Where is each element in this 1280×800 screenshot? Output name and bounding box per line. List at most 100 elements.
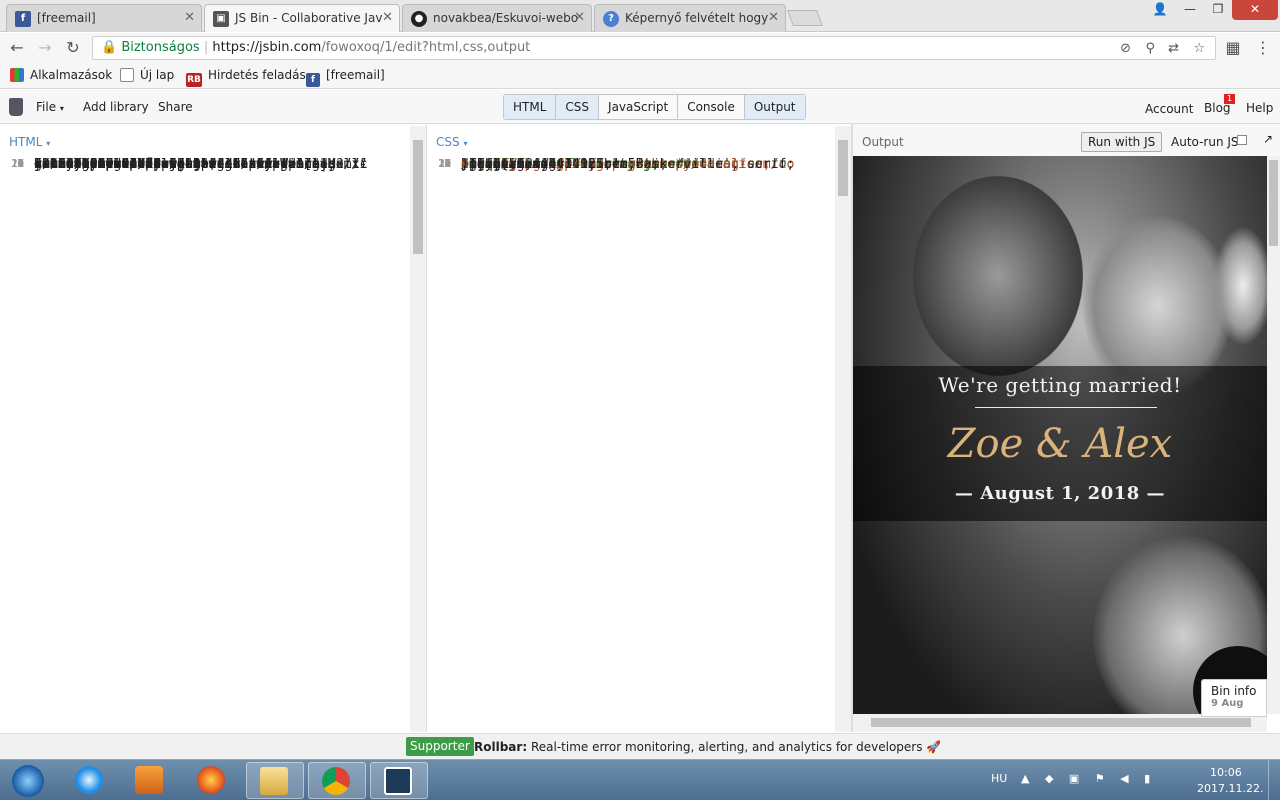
account-menu[interactable]: Account <box>1145 102 1193 116</box>
bookmark-label: Hirdetés feladás <box>208 68 306 82</box>
tab-help[interactable]: ? Képernyő felvételt hogy ✕ <box>594 4 786 32</box>
bin-info-label: Bin info <box>1211 684 1257 698</box>
translate-icon[interactable]: ⇄ <box>1168 38 1179 60</box>
navigation-bar: ← → ↻ 🔒 Biztonságos | https://jsbin.com/… <box>0 33 1280 63</box>
caret-down-icon: ▾ <box>59 104 64 113</box>
taskbar-brackets[interactable] <box>370 762 428 799</box>
caret-down-icon: ▾ <box>463 139 468 148</box>
taskbar-ie[interactable] <box>62 762 116 799</box>
internet-explorer-icon <box>75 766 103 794</box>
page-icon <box>120 68 134 82</box>
language-indicator[interactable]: HU <box>991 772 1007 785</box>
bin-info-button[interactable]: Bin info 9 Aug <box>1201 679 1267 717</box>
photo-shape <box>913 176 1083 376</box>
code-text: </div> <box>34 157 130 172</box>
output-scrollbar[interactable] <box>1267 156 1280 714</box>
rollbar-banner: Supporter Rollbar: Real-time error monit… <box>0 733 1280 759</box>
bookmark-new-tab[interactable]: Új lap <box>120 68 174 82</box>
file-menu[interactable]: File ▾ <box>36 100 64 114</box>
zoom-icon[interactable]: ⚲ <box>1145 38 1155 60</box>
scrollbar-thumb[interactable] <box>871 718 1251 727</box>
autorun-checkbox[interactable] <box>1237 135 1247 145</box>
html-scrollbar[interactable] <box>410 126 426 732</box>
jsbin-logo-icon[interactable] <box>9 98 23 116</box>
bookmark-star-icon[interactable]: ☆ <box>1193 38 1205 60</box>
firefox-icon <box>197 766 225 794</box>
scrollbar-thumb[interactable] <box>1269 160 1278 246</box>
toggle-output[interactable]: Output <box>744 95 805 119</box>
bookmark-hirdetes[interactable]: RB Hirdetés feladás <box>186 68 306 87</box>
taskbar-chrome[interactable] <box>308 762 366 799</box>
close-tab-icon[interactable]: ✕ <box>184 5 195 31</box>
bookmark-freemail[interactable]: f [freemail] <box>306 68 385 87</box>
github-icon: ● <box>411 11 427 27</box>
taskbar-media[interactable] <box>122 762 176 799</box>
css-scrollbar[interactable] <box>835 126 851 732</box>
share-menu[interactable]: Share <box>158 100 193 114</box>
toggle-css[interactable]: CSS <box>556 95 600 119</box>
reload-icon[interactable]: ↻ <box>62 37 84 59</box>
html-panel-label: HTML <box>9 135 43 149</box>
windows-taskbar: HU ▲ ◆ ▣ ⚑ ◀ ▮ 10:06 2017.11.22. <box>0 759 1280 800</box>
rollbar-link[interactable]: Rollbar: Real-time error monitoring, ale… <box>474 740 941 754</box>
caret-down-icon: ▾ <box>46 139 51 148</box>
css-panel-label: CSS <box>436 135 460 149</box>
supporter-badge[interactable]: Supporter <box>406 737 474 756</box>
taskbar-explorer[interactable] <box>246 762 304 799</box>
html-editor[interactable]: 1 <!DOCTYPE html> 2 <html> 3 <head> 4 <meta nam… <box>0 156 410 732</box>
popout-arrow-icon[interactable]: ↗ <box>1263 132 1273 146</box>
tab-jsbin[interactable]: ▣ JS Bin - Collaborative Jav ✕ <box>204 4 400 32</box>
help-link[interactable]: Help <box>1246 101 1273 115</box>
back-arrow-icon[interactable]: ← <box>6 37 28 59</box>
bookmark-apps[interactable]: Alkalmazások <box>10 68 112 82</box>
rb-icon: RB <box>186 73 202 87</box>
toggle-console[interactable]: Console <box>678 95 745 119</box>
clock-date[interactable]: 2017.11.22. <box>1197 782 1263 795</box>
user-icon[interactable]: 👤 <box>1146 0 1174 20</box>
minimize-button[interactable]: — <box>1176 0 1204 20</box>
menu-kebab-icon[interactable]: ⋮ <box>1252 37 1274 59</box>
run-with-js-button[interactable]: Run with JS <box>1081 132 1163 152</box>
tab-title: JS Bin - Collaborative Jav <box>235 11 383 25</box>
autorun-label: Auto-run JS <box>1171 135 1239 149</box>
address-bar[interactable]: 🔒 Biztonságos | https://jsbin.com/fowoxo… <box>92 36 1216 60</box>
windows-start-icon <box>12 765 44 797</box>
extension-icon[interactable]: ▦ <box>1222 37 1244 59</box>
close-tab-icon[interactable]: ✕ <box>574 5 585 31</box>
tab-freemail[interactable]: f [freemail] ✕ <box>6 4 202 32</box>
freemail-icon: f <box>15 11 31 27</box>
tray-icons[interactable]: ▲ ◆ ▣ ⚑ ◀ ▮ <box>1021 772 1156 785</box>
hero-date: — August 1, 2018 — <box>954 483 1166 504</box>
css-panel-title[interactable]: CSS ▾ <box>436 135 467 149</box>
close-tab-icon[interactable]: ✕ <box>768 5 779 31</box>
scrollbar-thumb[interactable] <box>413 140 423 254</box>
new-tab-button[interactable] <box>787 10 823 26</box>
output-title: Output <box>862 135 904 149</box>
html-panel-title[interactable]: HTML ▾ <box>9 135 50 149</box>
bookmark-label: Alkalmazások <box>30 68 113 82</box>
tab-github[interactable]: ● novakbea/Eskuvoi-webo ✕ <box>402 4 592 32</box>
forward-arrow-icon[interactable]: → <box>34 37 56 59</box>
toggle-javascript[interactable]: JavaScript <box>599 95 679 119</box>
css-editor[interactable]: 1/* ============================ 2 3 GENER… <box>427 156 835 732</box>
bookmark-label: [freemail] <box>326 68 385 82</box>
show-desktop-button[interactable] <box>1268 760 1280 800</box>
blog-badge: 1 <box>1224 94 1235 104</box>
taskbar-firefox[interactable] <box>184 762 238 799</box>
blocked-popup-icon[interactable]: ⊘ <box>1120 38 1131 60</box>
chrome-icon <box>322 767 350 795</box>
folder-icon <box>260 767 288 795</box>
toggle-html[interactable]: HTML <box>504 95 557 119</box>
scrollbar-thumb[interactable] <box>838 140 848 196</box>
start-button[interactable] <box>2 762 54 799</box>
add-library-menu[interactable]: Add library <box>83 100 149 114</box>
lock-icon: 🔒 <box>101 40 118 55</box>
jsbin-icon: ▣ <box>213 11 229 27</box>
maximize-button[interactable]: ❐ <box>1204 0 1232 20</box>
rollbar-brand: Rollbar: <box>474 740 528 754</box>
bookmark-label: Új lap <box>140 68 175 82</box>
photo-shape <box>1213 226 1267 346</box>
clock-time[interactable]: 10:06 <box>1210 766 1242 779</box>
close-window-button[interactable]: ✕ <box>1232 0 1278 20</box>
close-tab-icon[interactable]: ✕ <box>382 5 393 31</box>
